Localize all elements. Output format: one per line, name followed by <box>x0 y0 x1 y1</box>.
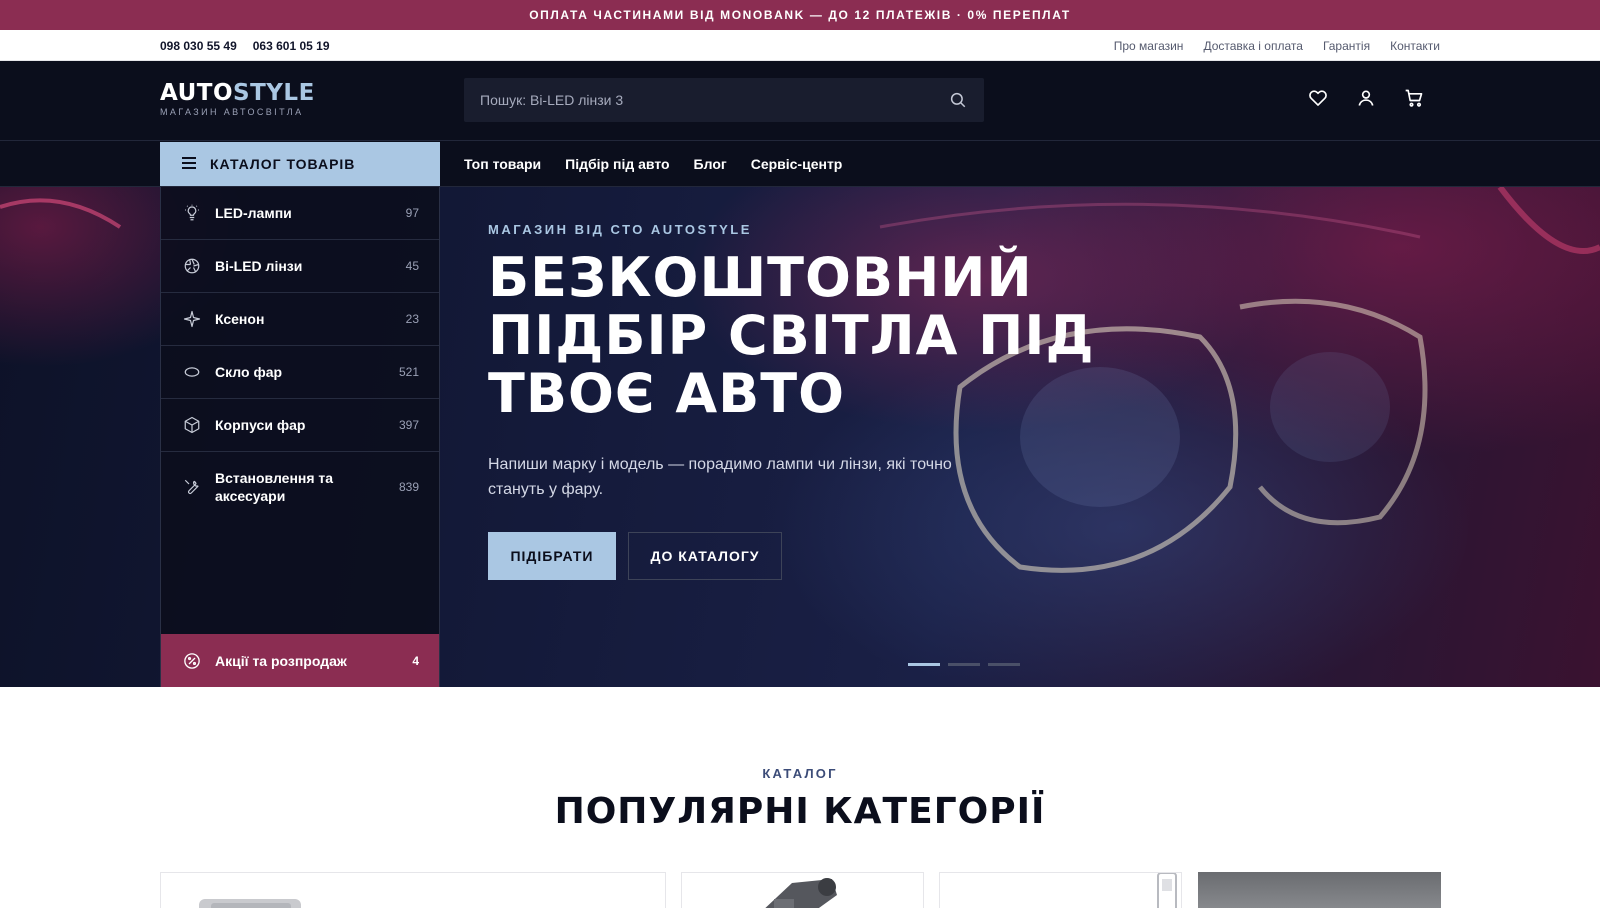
sidebar-item-xenon[interactable]: Ксенон 23 <box>161 293 439 346</box>
logo-part-style: STYLE <box>233 80 315 106</box>
bulb-icon <box>185 204 199 221</box>
sidebar-item-count: 397 <box>398 418 419 432</box>
sidebar-item-count: 45 <box>405 259 419 273</box>
sidebar-item-count: 97 <box>405 206 419 220</box>
catalog-button-label: КАТАЛОГ ТОВАРІВ <box>210 156 356 172</box>
sidebar-item-count: 4 <box>412 653 419 668</box>
phone-2[interactable]: 063 601 05 19 <box>253 39 330 53</box>
box-icon <box>184 416 200 434</box>
search-input[interactable] <box>480 92 948 108</box>
sidebar-item-label: Ксенон <box>215 311 265 327</box>
section-kicker: КАТАЛОГ <box>762 766 838 781</box>
cart-icon[interactable] <box>1404 88 1424 108</box>
category-card[interactable] <box>681 872 924 908</box>
sidebar-item-count: 521 <box>398 365 419 379</box>
top-links: Про магазин Доставка і оплата Гарантія К… <box>1114 39 1440 53</box>
phone-1[interactable]: 098 030 55 49 <box>160 39 237 53</box>
link-delivery[interactable]: Доставка і оплата <box>1203 39 1303 53</box>
sidebar-item-glass[interactable]: Скло фар 521 <box>161 346 439 399</box>
sidebar-item-sale[interactable]: Акції та розпродаж 4 <box>161 634 439 687</box>
top-info-bar: 098 030 55 49 063 601 05 19 Про магазин … <box>0 30 1600 61</box>
hero-buttons: ПІДІБРАТИ ДО КАТАЛОГУ <box>488 532 782 580</box>
slider-dot-2[interactable] <box>948 663 980 666</box>
logo[interactable]: AUTOSTYLE МАГАЗИН АВТОСВІТЛА <box>160 81 315 117</box>
aperture-icon <box>184 258 200 274</box>
heart-icon[interactable] <box>1308 88 1328 108</box>
category-card[interactable] <box>939 872 1182 908</box>
nav-link-service[interactable]: Сервіс-центр <box>751 156 843 172</box>
search-box <box>464 78 984 122</box>
slider-dot-1[interactable] <box>908 663 940 666</box>
link-warranty[interactable]: Гарантія <box>1323 39 1370 53</box>
sidebar-item-housings[interactable]: Корпуси фар 397 <box>161 399 439 452</box>
sidebar-item-label: LED-лампи <box>215 205 292 221</box>
sidebar-item-led[interactable]: LED-лампи 97 <box>161 187 439 240</box>
main-nav: КАТАЛОГ ТОВАРІВ Топ товари Підбір під ав… <box>0 141 1600 187</box>
catalog-button[interactable]: КАТАЛОГ ТОВАРІВ <box>160 142 440 186</box>
sidebar-item-label: Bi-LED лінзи <box>215 258 303 274</box>
sidebar-item-bi-led[interactable]: Bi-LED лінзи 45 <box>161 240 439 293</box>
header-actions <box>1308 88 1424 108</box>
phone-numbers: 098 030 55 49 063 601 05 19 <box>160 39 330 53</box>
oval-icon <box>184 367 200 377</box>
promo-banner: ОПЛАТА ЧАСТИНАМИ ВІД MONOBANK — ДО 12 ПЛ… <box>0 0 1600 30</box>
hero-kicker: МАГАЗИН ВІД СТО AUTOSTYLE <box>488 222 752 237</box>
promo-text: ОПЛАТА ЧАСТИНАМИ ВІД MONOBANK — ДО 12 ПЛ… <box>529 8 1071 22</box>
hero-title: БЕЗКОШТОВНИЙ ПІДБІР СВІТЛА ПІД ТВОЄ АВТО <box>488 246 1095 425</box>
slider-dot-3[interactable] <box>988 663 1020 666</box>
sidebar-item-label: Акції та розпродаж <box>215 652 347 669</box>
link-about[interactable]: Про магазин <box>1114 39 1184 53</box>
wrench-icon <box>184 479 199 494</box>
nav-link-top[interactable]: Топ товари <box>464 156 541 172</box>
user-icon[interactable] <box>1356 88 1376 108</box>
slider-dots <box>908 663 1020 666</box>
logo-part-auto: AUTO <box>160 80 234 106</box>
nav-links: Топ товари Підбір під авто Блог Сервіс-ц… <box>464 141 842 187</box>
logo-wordmark: AUTOSTYLE <box>160 81 315 105</box>
sidebar-item-count: 23 <box>405 312 419 326</box>
category-card-image <box>199 899 301 908</box>
sidebar-item-label: Скло фар <box>215 364 283 380</box>
hero-description: Напиши марку і модель — порадимо лампи ч… <box>488 456 952 498</box>
sidebar-item-label: Встановлення та аксесуари <box>215 469 334 504</box>
menu-icon <box>182 156 196 172</box>
sidebar-item-count: 839 <box>398 479 419 494</box>
category-card[interactable] <box>160 872 666 908</box>
sidebar-item-label: Корпуси фар <box>215 417 306 433</box>
nav-link-blog[interactable]: Блог <box>694 156 727 172</box>
sidebar-item-accessories[interactable]: Встановлення та аксесуари 839 <box>161 452 439 521</box>
section-title: ПОПУЛЯРНІ КАТЕГОРІЇ <box>554 791 1046 832</box>
category-card-image <box>765 878 837 908</box>
logo-tagline: МАГАЗИН АВТОСВІТЛА <box>160 107 304 117</box>
nav-link-fit[interactable]: Підбір під авто <box>565 156 669 172</box>
link-contacts[interactable]: Контакти <box>1390 39 1440 53</box>
search-icon[interactable] <box>948 90 968 110</box>
popular-categories-section: КАТАЛОГ ПОПУЛЯРНІ КАТЕГОРІЇ <box>0 687 1600 908</box>
catalog-sidebar: LED-лампи 97 Bi-LED лінзи 45 Ксенон 23 С… <box>160 187 440 687</box>
category-card-image <box>1157 873 1177 908</box>
pick-button[interactable]: ПІДІБРАТИ <box>488 532 616 580</box>
to-catalog-button[interactable]: ДО КАТАЛОГУ <box>628 532 782 580</box>
site-header: AUTOSTYLE МАГАЗИН АВТОСВІТЛА <box>0 61 1600 141</box>
category-card[interactable] <box>1198 872 1441 908</box>
sparkle-icon <box>183 310 201 328</box>
percent-icon <box>184 652 200 669</box>
